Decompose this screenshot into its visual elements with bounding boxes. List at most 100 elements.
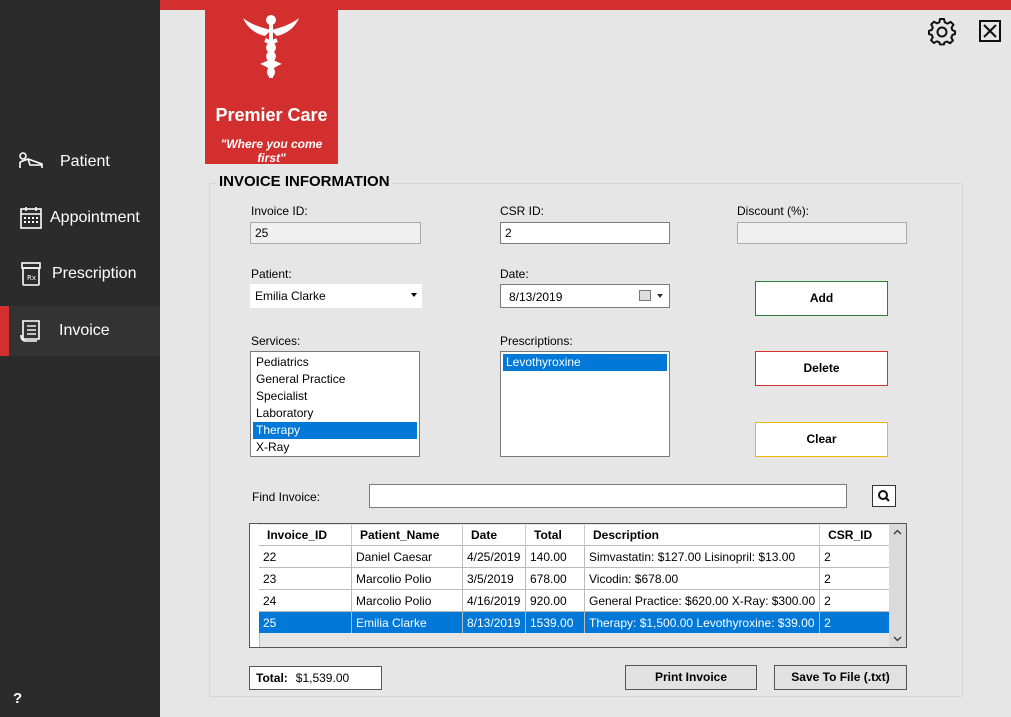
gear-icon[interactable]	[928, 18, 956, 46]
sidebar-item-patient[interactable]: Patient	[0, 137, 160, 187]
sidebar-item-label: Prescription	[52, 265, 137, 282]
patient-label: Patient:	[251, 267, 292, 281]
invoice-grid[interactable]: Invoice_ID Patient_Name Date Total Descr…	[249, 523, 907, 648]
table-cell: 25	[259, 611, 352, 633]
table-cell: 3/5/2019	[462, 567, 526, 590]
table-cell: 4/16/2019	[462, 589, 526, 612]
sidebar: Patient Appointment Rx Prescription Invo…	[0, 0, 160, 717]
total-display: Total: $1,539.00	[249, 666, 382, 690]
total-value: $1,539.00	[295, 671, 350, 685]
delete-button[interactable]: Delete	[755, 351, 888, 386]
sidebar-item-label: Patient	[60, 153, 110, 170]
close-button[interactable]	[979, 20, 1001, 42]
patient-selected-value: Emilia Clarke	[255, 289, 326, 303]
top-accent-bar	[160, 0, 1011, 10]
sidebar-item-label: Appointment	[50, 209, 140, 226]
table-row[interactable]: 23 Marcolio Polio 3/5/2019 678.00 Vicodi…	[259, 567, 898, 590]
date-label: Date:	[500, 267, 529, 281]
find-invoice-input[interactable]	[369, 484, 847, 508]
table-cell: 22	[259, 545, 352, 568]
sidebar-item-prescription[interactable]: Rx Prescription	[0, 249, 160, 299]
caduceus-icon	[243, 15, 299, 78]
sidebar-item-label: Invoice	[59, 322, 110, 339]
table-cell: 140.00	[525, 545, 585, 568]
close-icon	[983, 24, 997, 38]
table-cell: 24	[259, 589, 352, 612]
table-cell: Therapy: $1,500.00 Levothyroxine: $39.00	[584, 611, 821, 633]
column-header[interactable]: Total	[525, 525, 585, 546]
services-label: Services:	[251, 334, 301, 348]
brand-name: Premier Care	[215, 105, 328, 125]
table-cell: 678.00	[525, 567, 585, 590]
column-header[interactable]: Description	[584, 525, 821, 546]
print-invoice-button[interactable]: Print Invoice	[625, 665, 757, 690]
discount-field[interactable]	[737, 222, 907, 244]
invoice-id-label: Invoice ID:	[251, 204, 308, 218]
invoice-table: Invoice_ID Patient_Name Date Total Descr…	[259, 525, 898, 633]
table-header-row: Invoice_ID Patient_Name Date Total Descr…	[259, 525, 898, 546]
active-nav-indicator	[0, 306, 9, 356]
help-button[interactable]: ?	[13, 690, 22, 707]
table-cell: 8/13/2019	[462, 611, 526, 633]
scroll-down-icon[interactable]	[893, 634, 902, 643]
section-title: INVOICE INFORMATION	[217, 173, 392, 190]
services-listbox[interactable]: Pediatrics General Practice Specialist L…	[250, 351, 420, 457]
table-cell: 2	[819, 611, 898, 633]
table-cell: Simvastatin: $127.00 Lisinopril: $13.00	[584, 545, 821, 568]
sidebar-item-appointment[interactable]: Appointment	[0, 193, 160, 243]
list-item[interactable]: Laboratory	[253, 405, 417, 422]
table-cell: General Practice: $620.00 X-Ray: $300.00	[584, 589, 821, 612]
table-row[interactable]: 22 Daniel Caesar 4/25/2019 140.00 Simvas…	[259, 545, 898, 568]
column-header[interactable]: Invoice_ID	[259, 525, 352, 546]
list-item-selected[interactable]: Levothyroxine	[503, 354, 667, 371]
chevron-down-icon	[657, 294, 663, 298]
table-cell: 23	[259, 567, 352, 590]
clear-button[interactable]: Clear	[755, 422, 888, 457]
list-item[interactable]: Pediatrics	[253, 354, 417, 371]
calendar-icon	[20, 207, 42, 229]
date-value: 8/13/2019	[509, 290, 563, 304]
find-invoice-label: Find Invoice:	[252, 490, 321, 504]
prescriptions-label: Prescriptions:	[500, 334, 573, 348]
table-cell: 2	[819, 589, 898, 612]
svg-text:Rx: Rx	[27, 274, 36, 282]
invoice-id-field[interactable]: 25	[250, 222, 421, 244]
brand-tagline: "Where you come first"	[220, 137, 323, 165]
search-icon	[878, 490, 890, 502]
table-cell: 920.00	[525, 589, 585, 612]
brand-logo: Premier Care "Where you come first"	[205, 10, 338, 165]
list-item[interactable]: General Practice	[253, 371, 417, 388]
scroll-up-icon[interactable]	[893, 528, 902, 537]
list-item[interactable]: Specialist	[253, 388, 417, 405]
patient-bed-icon	[19, 152, 43, 168]
table-row-selected[interactable]: 25 Emilia Clarke 8/13/2019 1539.00 Thera…	[259, 611, 898, 633]
vertical-scrollbar[interactable]	[889, 524, 906, 647]
discount-label: Discount (%):	[737, 204, 810, 218]
total-label: Total:	[256, 671, 288, 685]
csr-id-label: CSR ID:	[500, 204, 545, 218]
patient-dropdown[interactable]: Emilia Clarke	[250, 284, 422, 308]
add-button[interactable]: Add	[755, 281, 888, 316]
list-item[interactable]: X-Ray	[253, 439, 417, 456]
table-cell: Vicodin: $678.00	[584, 567, 821, 590]
pill-bottle-icon: Rx	[21, 262, 41, 286]
column-header[interactable]: Patient_Name	[351, 525, 463, 546]
save-to-file-button[interactable]: Save To File (.txt)	[774, 665, 907, 690]
list-item-selected[interactable]: Therapy	[253, 422, 417, 439]
table-cell: 2	[819, 545, 898, 568]
date-picker[interactable]: 8/13/2019	[500, 284, 670, 308]
table-row[interactable]: 24 Marcolio Polio 4/16/2019 920.00 Gener…	[259, 589, 898, 612]
prescriptions-listbox[interactable]: Levothyroxine	[500, 351, 670, 457]
table-cell: Emilia Clarke	[351, 611, 463, 633]
csr-id-field[interactable]: 2	[500, 222, 670, 244]
calendar-icon	[639, 290, 651, 301]
search-button[interactable]	[872, 485, 896, 507]
column-header[interactable]: CSR_ID	[819, 525, 898, 546]
table-cell: Daniel Caesar	[351, 545, 463, 568]
column-header[interactable]: Date	[462, 525, 526, 546]
table-cell: 2	[819, 567, 898, 590]
table-cell: 4/25/2019	[462, 545, 526, 568]
chevron-down-icon	[411, 293, 417, 297]
sidebar-item-invoice[interactable]: Invoice	[0, 306, 160, 356]
table-cell: 1539.00	[525, 611, 585, 633]
